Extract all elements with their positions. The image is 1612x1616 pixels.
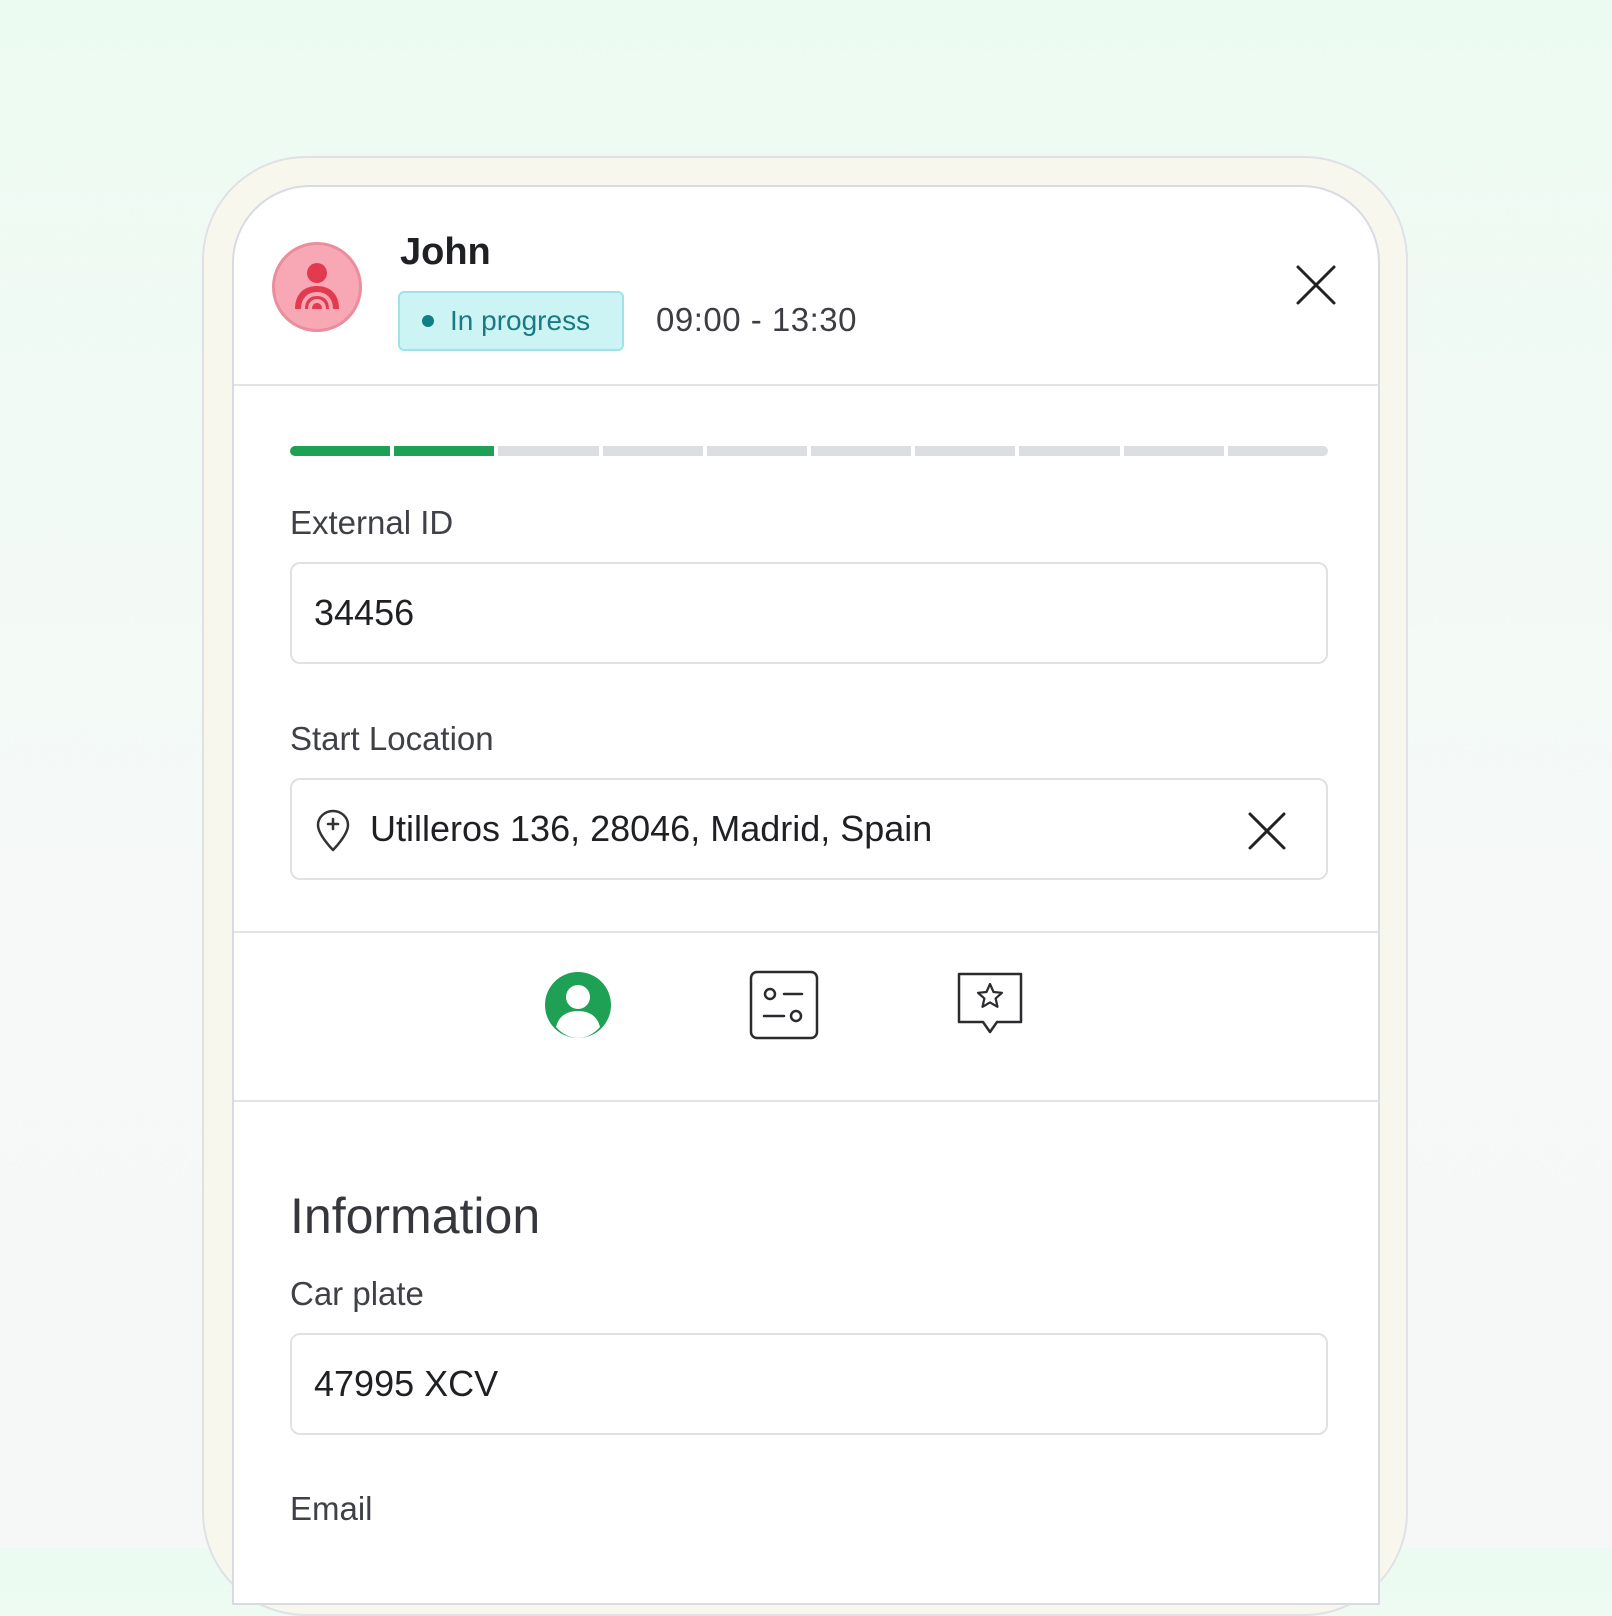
progress-segment-pending [706, 446, 808, 456]
start-location-field[interactable]: Utilleros 136, 28046, Madrid, Spain [290, 778, 1328, 880]
progress-segment-pending [1019, 446, 1120, 456]
progress-segment-pending [811, 446, 912, 456]
progress-segment-complete [290, 446, 391, 456]
close-icon [1296, 265, 1336, 305]
divider [234, 931, 1378, 933]
settings-sliders-icon [749, 970, 819, 1040]
person-icon [295, 263, 339, 310]
progress-segment-pending [915, 446, 1016, 456]
location-pin-icon [316, 809, 350, 852]
tab-reviews[interactable] [954, 969, 1026, 1041]
car-plate-field[interactable]: 47995 XCV [290, 1333, 1328, 1435]
driver-detail-panel: John In progress 09:00 - 13:30 External … [232, 185, 1380, 1605]
status-text: In progress [450, 305, 591, 336]
driver-name: John [400, 231, 491, 273]
start-location-value: Utilleros 136, 28046, Madrid, Spain [370, 808, 933, 849]
external-id-field[interactable]: 34456 [290, 562, 1328, 664]
progress-segment-pending [498, 446, 599, 456]
progress-segment-pending [1227, 446, 1329, 456]
status-dot [422, 315, 434, 327]
divider [234, 1100, 1378, 1102]
star-review-icon [957, 972, 1023, 1034]
progress-segment-pending [602, 446, 703, 456]
user-profile-icon [545, 972, 611, 1038]
start-location-label: Start Location [290, 720, 494, 757]
status-badge: In progress [398, 291, 624, 351]
progress-segment-complete [394, 446, 495, 456]
external-id-value: 34456 [314, 592, 415, 633]
progress-bar [290, 446, 1329, 456]
avatar [272, 242, 362, 332]
close-button[interactable] [1294, 263, 1338, 307]
tab-settings[interactable] [748, 969, 820, 1041]
car-plate-value: 47995 XCV [314, 1363, 499, 1404]
information-title: Information [290, 1188, 541, 1244]
clear-icon [1248, 812, 1286, 850]
progress-segment-pending [1123, 446, 1224, 456]
tab-profile[interactable] [542, 969, 614, 1041]
panel-header: John In progress 09:00 - 13:30 [234, 187, 1378, 386]
time-range: 09:00 - 13:30 [656, 301, 857, 338]
car-plate-label: Car plate [290, 1275, 424, 1312]
external-id-label: External ID [290, 504, 454, 541]
email-label: Email [290, 1490, 373, 1527]
clear-location-button[interactable] [1246, 810, 1288, 852]
